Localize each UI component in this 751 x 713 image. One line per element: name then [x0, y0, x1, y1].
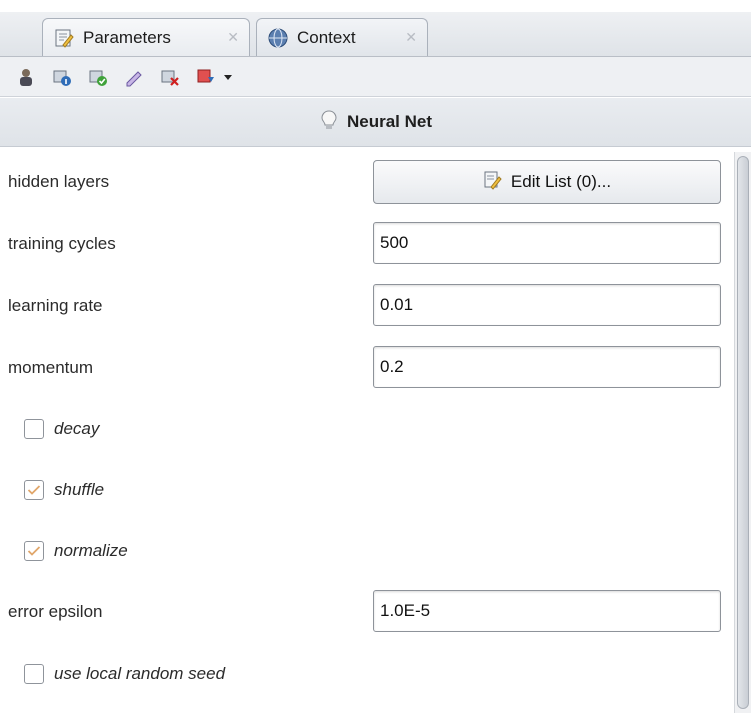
decay-checkbox[interactable]: [24, 419, 44, 439]
tab-context[interactable]: Context ✕: [256, 18, 428, 56]
decay-option[interactable]: decay: [24, 419, 99, 439]
operator-title: Neural Net: [346, 112, 433, 131]
param-row-learning-rate: learning rate 0.01: [0, 284, 734, 330]
toolbar: [0, 57, 751, 97]
delete-icon[interactable]: [158, 65, 182, 89]
decay-label: decay: [54, 419, 100, 438]
parameters-icon: [53, 27, 75, 49]
edit-list-label: Edit List (0)...: [510, 172, 612, 191]
edit-list-button[interactable]: Edit List (0)...: [373, 160, 721, 204]
normalize-checkbox[interactable]: [24, 541, 44, 561]
info-icon[interactable]: [50, 65, 74, 89]
close-icon[interactable]: ✕: [405, 29, 417, 46]
use-local-random-seed-checkbox[interactable]: [24, 664, 44, 684]
error-epsilon-input[interactable]: 1.0E-5: [373, 590, 721, 632]
shuffle-option[interactable]: shuffle: [24, 480, 104, 500]
dropdown-arrow-icon[interactable]: [222, 65, 234, 89]
use-local-random-seed-label: use local random seed: [54, 664, 226, 683]
param-row-training-cycles: training cycles 500: [0, 222, 734, 268]
learning-rate-input[interactable]: 0.01: [373, 284, 721, 326]
param-label: hidden layers: [8, 172, 110, 191]
tab-context-label: Context: [297, 27, 356, 47]
add-icon[interactable]: [86, 65, 110, 89]
momentum-input[interactable]: 0.2: [373, 346, 721, 388]
param-label: training cycles: [8, 234, 116, 253]
training-cycles-input[interactable]: 500: [373, 222, 721, 264]
param-label: error epsilon: [8, 602, 103, 621]
tab-parameters[interactable]: Parameters ✕: [42, 18, 250, 56]
param-row-hidden-layers: hidden layers Edit List (0)...: [0, 160, 734, 206]
vertical-scrollbar[interactable]: [734, 152, 751, 713]
scrollbar-thumb[interactable]: [737, 156, 749, 709]
globe-icon: [267, 27, 289, 49]
normalize-option[interactable]: normalize: [24, 541, 128, 561]
use-local-random-seed-option[interactable]: use local random seed: [24, 664, 225, 684]
close-icon[interactable]: ✕: [227, 29, 239, 46]
shuffle-checkbox[interactable]: [24, 480, 44, 500]
edit-list-icon: [483, 170, 503, 195]
checkmark-icon: [27, 485, 41, 495]
checkmark-icon: [27, 546, 41, 556]
param-label: momentum: [8, 358, 94, 377]
param-row-error-epsilon: error epsilon 1.0E-5: [0, 590, 734, 636]
export-icon[interactable]: [194, 65, 218, 89]
operator-header: Neural Net: [0, 98, 751, 147]
tab-bar: Parameters ✕ Context ✕: [0, 12, 751, 57]
expert-mode-icon[interactable]: [14, 65, 38, 89]
edit-icon[interactable]: [122, 65, 146, 89]
param-label: learning rate: [8, 296, 103, 315]
shuffle-label: shuffle: [54, 480, 105, 499]
tab-parameters-label: Parameters: [83, 27, 171, 47]
normalize-label: normalize: [54, 541, 128, 560]
parameter-panel: hidden layers Edit List (0)... training …: [0, 147, 734, 713]
lightbulb-icon: [319, 109, 339, 136]
param-row-momentum: momentum 0.2: [0, 346, 734, 392]
